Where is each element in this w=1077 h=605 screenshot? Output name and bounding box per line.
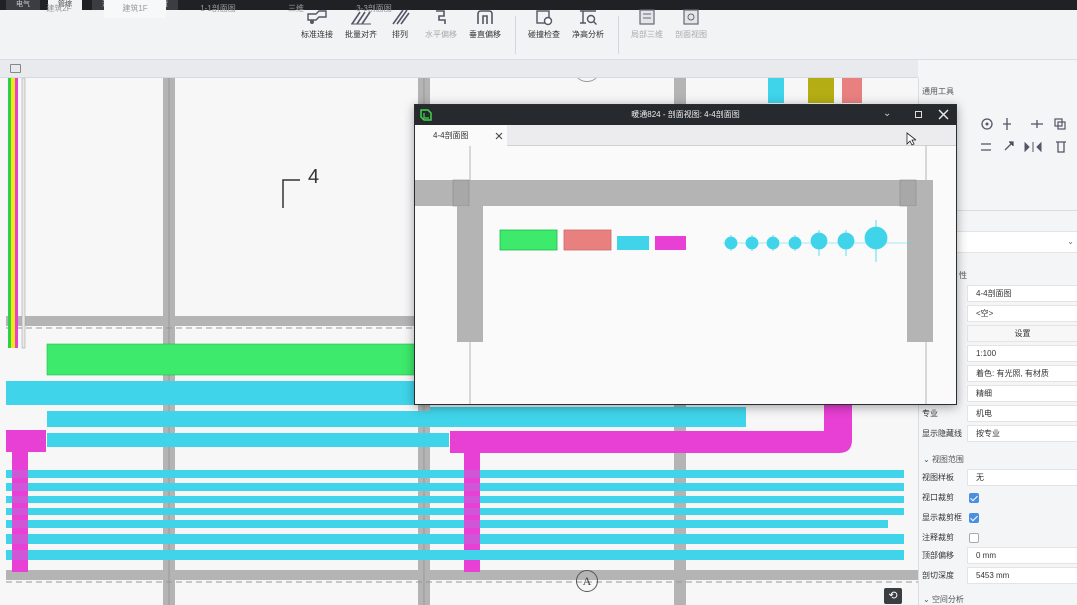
- window-title: 暖通824 - 剖面视图: 4-4剖面图: [631, 110, 740, 119]
- space-analysis-section-header[interactable]: ⌄ 空间分析: [923, 594, 964, 605]
- section-slab: [415, 180, 933, 206]
- show-crop-box-checkbox[interactable]: [969, 513, 979, 523]
- chevron-down-icon: ⌄: [923, 595, 932, 604]
- horizontal-offset-icon: [436, 10, 446, 24]
- green-duct: [46, 343, 420, 376]
- close-icon[interactable]: [938, 109, 949, 120]
- tab-3d[interactable]: 三维: [270, 0, 322, 18]
- section-salmon-duct: [563, 229, 612, 251]
- duct-riser: [768, 78, 784, 103]
- property-row: 视口裁剪: [919, 488, 1077, 508]
- grid-label-bubble: A: [576, 570, 598, 592]
- property-row: 显示隐藏线 按专业: [919, 424, 1077, 444]
- cyan-duct: [47, 411, 449, 427]
- properties-header: 性: [959, 271, 967, 280]
- mouse-cursor-icon: [906, 132, 916, 146]
- section-mark-label: 4: [308, 166, 320, 188]
- app-logo-icon: [420, 109, 432, 121]
- reset-view-icon[interactable]: ⟲: [884, 588, 902, 604]
- property-row: 专业 机电: [919, 404, 1077, 424]
- window-layout-icon[interactable]: [10, 64, 21, 73]
- property-row: 剖切深度 5453 mm: [919, 566, 1077, 586]
- clearance-analysis-button[interactable]: 净高分析: [559, 8, 617, 48]
- shading-field[interactable]: 着色: 有光照, 有材质: [967, 365, 1077, 382]
- section-beam: [457, 206, 483, 342]
- local-3d-icon: [639, 9, 655, 25]
- duct-riser: [842, 78, 862, 103]
- close-tab-icon[interactable]: [495, 132, 503, 140]
- section-view-window: 暖通824 - 剖面视图: 4-4剖面图 ⌄ 4-4剖面图: [414, 104, 957, 405]
- magenta-pipe: [450, 431, 830, 453]
- tab-building-2f[interactable]: 建筑2F: [28, 0, 90, 18]
- view-range-section-header[interactable]: ⌄ 视图范围: [923, 454, 964, 465]
- section-beam: [907, 206, 933, 342]
- tab-building-1f[interactable]: 建筑1F: [104, 0, 166, 18]
- section-cyan-duct: [617, 236, 649, 250]
- view-name-field[interactable]: 4-4剖面图: [967, 285, 1077, 302]
- section-view-button[interactable]: 剖面视图: [662, 8, 720, 48]
- property-row: 视图样板无: [919, 468, 1077, 488]
- annotation-crop-checkbox[interactable]: [969, 533, 979, 543]
- hidden-line-field[interactable]: 按专业: [967, 425, 1077, 442]
- vertical-offset-icon: [477, 10, 493, 24]
- property-row: 注释裁剪: [919, 528, 1077, 548]
- cyan-duct: [6, 381, 418, 405]
- top-offset-field[interactable]: 0 mm: [967, 547, 1077, 564]
- vertical-offset-button[interactable]: 垂直偏移: [456, 8, 514, 48]
- clearance-analysis-icon: [580, 10, 597, 25]
- scale-field[interactable]: 1:100: [967, 345, 1077, 362]
- section-view-icon: [683, 9, 699, 25]
- cyan-duct: [430, 407, 746, 427]
- cut-depth-field[interactable]: 5453 mm: [967, 567, 1077, 584]
- cyan-duct: [47, 433, 449, 447]
- chevron-down-icon: ⌄: [1067, 237, 1074, 246]
- collision-check-icon: [536, 10, 553, 26]
- tool-icon-grid[interactable]: [957, 114, 1077, 164]
- maximize-icon[interactable]: [915, 111, 922, 118]
- section-green-duct: [499, 229, 558, 251]
- tools-title: 通用工具: [922, 87, 954, 96]
- viewport-crop-checkbox[interactable]: [969, 493, 979, 503]
- section-magenta-duct: [655, 236, 686, 250]
- window-menu-chevron-icon[interactable]: ⌄: [883, 108, 891, 119]
- tab-section-1-1[interactable]: 1-1剖面图: [182, 0, 254, 18]
- document-tab-bar: [0, 60, 918, 78]
- detail-level-field[interactable]: 精细: [967, 385, 1077, 402]
- tab-section-3-3[interactable]: 3-3剖面图: [338, 0, 410, 18]
- property-row: 显示裁剪框: [919, 508, 1077, 528]
- settings-button[interactable]: 设置: [967, 325, 1077, 342]
- wall-beam: [6, 570, 918, 580]
- view-template-field[interactable]: 无: [967, 469, 1077, 486]
- property-row: 顶部偏移 0 mm: [919, 546, 1077, 566]
- section-drawing: [415, 146, 933, 404]
- tab-section-4-4[interactable]: 4-4剖面图: [415, 125, 507, 146]
- dependency-field[interactable]: <空>: [967, 305, 1077, 322]
- chevron-down-icon: ⌄: [923, 455, 932, 464]
- discipline-field[interactable]: 机电: [967, 405, 1077, 422]
- duct-riser: [808, 78, 834, 103]
